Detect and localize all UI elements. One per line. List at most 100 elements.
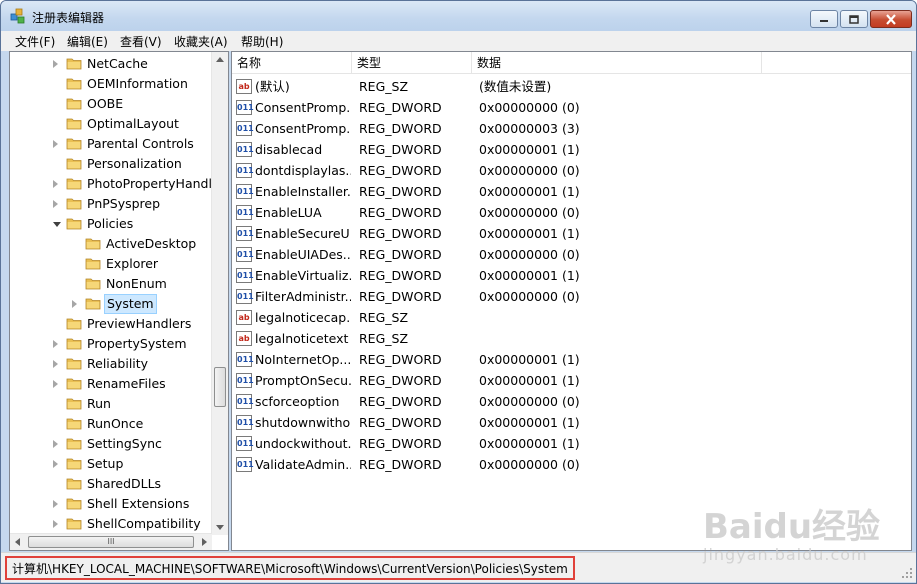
tree-item[interactable]: RunOnce [10,414,210,434]
title-bar[interactable]: 注册表编辑器 [1,1,916,31]
expand-arrow-icon[interactable] [53,520,58,528]
menu-bar: 文件(F) 编辑(E) 查看(V) 收藏夹(A) 帮助(H) [1,31,916,51]
expand-arrow-icon[interactable] [53,60,58,68]
binary-value-icon: 011 [236,184,254,199]
tree-item[interactable]: ShellCompatibility [10,514,210,534]
value-data: 0x00000000 (0) [479,289,580,304]
folder-icon [85,278,101,290]
binary-value-icon: 011 [236,457,254,472]
value-row[interactable]: ab (默认) REG_SZ (数值未设置) [232,76,911,97]
column-header-data[interactable]: 数据 [472,52,762,74]
expand-arrow-icon[interactable] [53,360,58,368]
value-row[interactable]: ab legalnoticecap... REG_SZ [232,307,911,328]
value-row[interactable]: ab legalnoticetext REG_SZ [232,328,911,349]
value-row[interactable]: 011 dontdisplaylas... REG_DWORD 0x00000000 … [232,160,911,181]
expand-arrow-icon[interactable] [53,140,58,148]
menu-favorites[interactable]: 收藏夹(A) [174,33,228,50]
tree-item[interactable]: Explorer [10,254,210,274]
tree-item[interactable]: OptimalLayout [10,114,210,134]
tree-item[interactable]: OOBE [10,94,210,114]
value-row[interactable]: 011 ConsentPromp... REG_DWORD 0x00000003 (3… [232,118,911,139]
maximize-icon [849,14,859,24]
value-name: EnableLUA [255,205,322,220]
menu-help[interactable]: 帮助(H) [241,33,283,50]
value-type: REG_DWORD [359,457,442,472]
expand-arrow-icon[interactable] [53,200,58,208]
expand-arrow-icon[interactable] [53,380,58,388]
tree-item[interactable]: SharedDLLs [10,474,210,494]
tree-item[interactable]: NetCache [10,54,210,74]
expand-arrow-icon[interactable] [53,500,58,508]
tree-item-label: Explorer [106,256,159,271]
value-row[interactable]: 011 FilterAdministr... REG_DWORD 0x00000000… [232,286,911,307]
value-row[interactable]: 011 scforceoption REG_DWORD 0x00000000 (0) [232,391,911,412]
expand-arrow-icon[interactable] [53,340,58,348]
value-row[interactable]: 011 NoInternetOp... REG_DWORD 0x00000001 (1… [232,349,911,370]
scroll-left-arrow[interactable] [15,538,20,546]
tree-item[interactable]: PhotoPropertyHandle [10,174,220,194]
tree-item[interactable]: PreviewHandlers [10,314,210,334]
value-row[interactable]: 011 ValidateAdmin... REG_DWORD 0x00000000 (… [232,454,911,475]
maximize-button[interactable] [840,10,868,28]
value-row[interactable]: 011 EnableSecureU... REG_DWORD 0x00000001 (… [232,223,911,244]
value-data: 0x00000000 (0) [479,394,580,409]
value-data: 0x00000001 (1) [479,268,580,283]
tree-item[interactable]: Run [10,394,210,414]
value-row[interactable]: 011 EnableVirtualiz... REG_DWORD 0x00000001… [232,265,911,286]
values-list-pane[interactable]: 名称 类型 数据 ab (默认) REG_SZ (数值未设置) 011 ConsentPr… [231,51,912,551]
value-row[interactable]: 011 PromptOnSecu... REG_DWORD 0x00000001 (1… [232,370,911,391]
value-row[interactable]: 011shutdownwitho... REG_DWORD 0x00000001 (… [232,412,911,433]
menu-view[interactable]: 查看(V) [120,33,162,50]
tree-item[interactable]: OEMInformation [10,74,210,94]
value-row[interactable]: 011 ConsentPromp... REG_DWORD 0x00000000 (0… [232,97,911,118]
tree-item[interactable]: System [10,294,210,314]
folder-icon [66,198,82,210]
tree-item[interactable]: PnPSysprep [10,194,210,214]
menu-file[interactable]: 文件(F) [15,33,55,50]
value-row[interactable]: 011 undockwithout... REG_DWORD 0x00000001 (… [232,433,911,454]
string-value-icon: ab [236,331,252,346]
tree-item-label: Policies [87,216,134,231]
menu-edit[interactable]: 编辑(E) [67,33,108,50]
tree-item[interactable]: Personalization [10,154,210,174]
tree-item[interactable]: Reliability [10,354,210,374]
minimize-button[interactable] [810,10,838,28]
expand-arrow-icon[interactable] [53,460,58,468]
value-row[interactable]: 011 EnableLUA REG_DWORD 0x00000000 (0) [232,202,911,223]
tree-item[interactable]: PropertySystem [10,334,210,354]
tree-item[interactable]: Policies [10,214,210,234]
tree-horizontal-scrollbar[interactable]: III [10,533,212,550]
tree-item-label: PhotoPropertyHandle [87,176,220,191]
close-button[interactable] [870,10,912,28]
tree-item[interactable]: SettingSync [10,434,210,454]
tree-vertical-scrollbar[interactable] [211,52,228,535]
tree-item-label: PreviewHandlers [87,316,192,331]
tree-item[interactable]: Setup [10,454,210,474]
hscroll-thumb[interactable]: III [28,536,194,548]
tree-item[interactable]: Parental Controls [10,134,210,154]
tree-item[interactable]: Shell Extensions [10,494,210,514]
column-header-type[interactable]: 类型 [352,52,472,74]
scroll-right-arrow[interactable] [202,538,207,546]
value-row[interactable]: 011 EnableUIADes... REG_DWORD 0x00000000 (0… [232,244,911,265]
key-tree-pane[interactable]: NetCache OEMInformation OOBE OptimalLayout P… [9,51,229,551]
registry-editor-app-icon [10,8,25,24]
value-row[interactable]: 011 disablecad REG_DWORD 0x00000001 (1) [232,139,911,160]
expand-arrow-icon[interactable] [53,440,58,448]
tree-item[interactable]: RenameFiles [10,374,210,394]
value-type: REG_DWORD [359,100,442,115]
expand-arrow-icon[interactable] [53,180,58,188]
value-type: REG_DWORD [359,226,442,241]
value-row[interactable]: 011 EnableInstaller... REG_DWORD 0x00000001… [232,181,911,202]
tree-item[interactable]: ActiveDesktop [10,234,210,254]
scroll-thumb[interactable] [214,367,226,407]
expand-arrow-icon[interactable] [72,300,77,308]
collapse-arrow-icon[interactable] [53,222,61,227]
scroll-up-arrow[interactable] [216,57,224,62]
tree-item[interactable]: NonEnum [10,274,210,294]
column-header-name[interactable]: 名称 [232,52,352,74]
value-name: ConsentPromp... [255,100,351,115]
scroll-down-arrow[interactable] [216,525,224,530]
value-name: EnableVirtualiz... [255,268,351,283]
value-name: ValidateAdmin... [255,457,351,472]
